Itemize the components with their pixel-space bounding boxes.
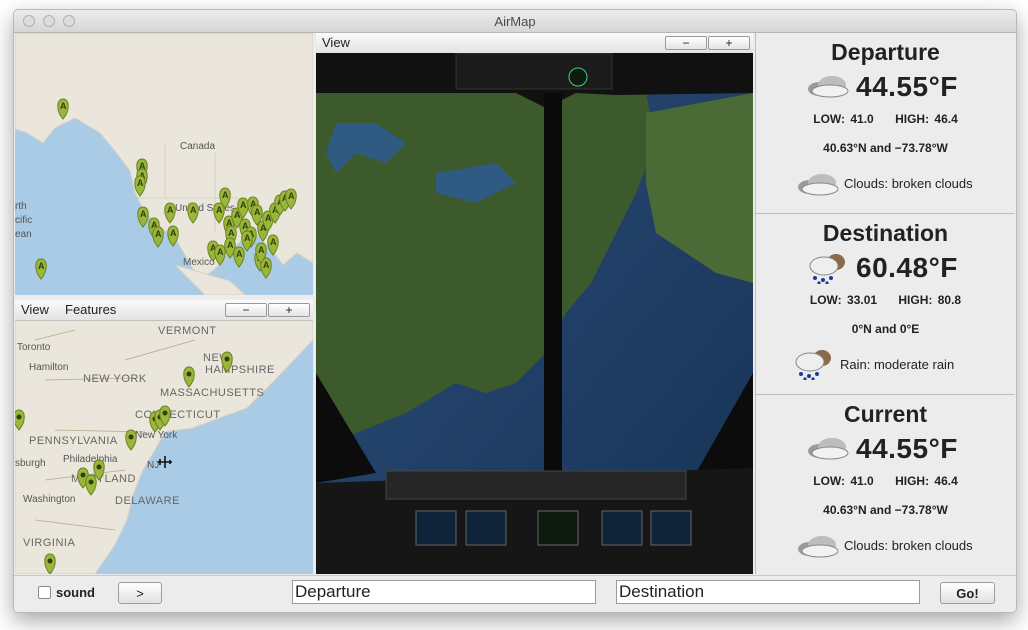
current-condition: Clouds: broken clouds <box>844 538 973 553</box>
bottom-bar: sound > Departure Destination Go! <box>14 575 1016 612</box>
svg-text:A: A <box>244 233 251 243</box>
departure-clouds-icon <box>808 76 849 98</box>
current-clouds-icon <box>808 438 849 460</box>
svg-text:A: A <box>228 228 235 238</box>
departure-title: Departure <box>831 39 940 65</box>
label-ocean: ean <box>15 229 32 240</box>
label-new-hampshire-2: HAMPSHIRE <box>205 364 275 376</box>
label-washington: Washington <box>23 494 75 505</box>
svg-text:A: A <box>170 228 177 238</box>
label-vermont: VERMONT <box>158 325 217 337</box>
label-connecticut: CONNECTICUT <box>135 409 221 421</box>
detail-map-toolbar: View Features − + <box>15 300 313 321</box>
departure-panel: Departure 44.55°F LOW: 41.0 HIGH: 46.4 4… <box>755 33 1015 214</box>
detail-features-menu[interactable]: Features <box>65 302 116 317</box>
destination-rain-icon <box>809 254 845 284</box>
destination-low-high: LOW: 33.01 HIGH: 80.8 <box>809 293 962 307</box>
svg-text:A: A <box>240 200 247 210</box>
cockpit-zoom-in-button[interactable]: + <box>708 36 750 50</box>
detail-zoom-in-button[interactable]: + <box>268 303 310 317</box>
svg-text:A: A <box>254 207 261 217</box>
label-pennsylvania: PENNSYLVANIA <box>29 435 118 447</box>
svg-text:A: A <box>155 229 162 239</box>
overview-map[interactable]: Canada United States Mexico rth cific ea… <box>15 33 313 295</box>
svg-text:A: A <box>217 247 224 257</box>
svg-text:A: A <box>137 178 144 188</box>
label-massachusetts: MASSACHUSETTS <box>160 387 264 399</box>
cockpit-zoom-out-button[interactable]: − <box>665 36 707 50</box>
airport-pin[interactable]: A <box>233 246 245 268</box>
cockpit-toolbar: View − + <box>316 33 753 54</box>
current-low-high: LOW: 41.0 HIGH: 46.4 <box>813 474 958 488</box>
destination-panel: Destination 60.48°F LOW: 33.01 HIGH: 80.… <box>755 214 1015 395</box>
svg-text:A: A <box>190 205 197 215</box>
current-coordinates: 40.63°N and −73.78°W <box>823 503 948 517</box>
label-toronto: Toronto <box>17 342 51 353</box>
label-virginia: VIRGINIA <box>23 537 75 549</box>
destination-condition-icon <box>795 350 831 380</box>
departure-condition: Clouds: broken clouds <box>844 176 973 191</box>
title-bar: AirMap <box>14 10 1016 33</box>
svg-text:A: A <box>263 260 270 270</box>
cockpit-view-menu[interactable]: View <box>322 35 350 50</box>
label-hamilton: Hamilton <box>29 362 68 373</box>
current-title: Current <box>843 401 928 427</box>
svg-text:A: A <box>60 101 67 111</box>
airport-pin[interactable]: A <box>137 206 149 228</box>
current-temperature: 44.55°F <box>856 433 958 464</box>
svg-text:A: A <box>140 209 147 219</box>
detail-zoom-out-button[interactable]: − <box>225 303 267 317</box>
svg-text:A: A <box>38 261 45 271</box>
destination-temperature: 60.48°F <box>856 252 958 283</box>
svg-text:A: A <box>222 190 229 200</box>
airport-pin[interactable]: A <box>35 258 47 280</box>
departure-coordinates: 40.63°N and −73.78°W <box>823 141 948 155</box>
svg-text:A: A <box>288 191 295 201</box>
svg-text:A: A <box>236 249 243 259</box>
label-nj: NJ <box>147 460 159 471</box>
label-delaware: DELAWARE <box>115 495 180 507</box>
next-button[interactable]: > <box>118 582 162 604</box>
label-philadelphia: Philadelphia <box>63 454 118 465</box>
destination-condition: Rain: moderate rain <box>840 357 955 372</box>
airport-pin[interactable]: A <box>152 226 164 248</box>
airport-pin[interactable]: A <box>167 225 179 247</box>
sound-checkbox[interactable] <box>38 586 51 599</box>
cockpit-scene <box>316 53 753 574</box>
departure-condition-icon <box>798 174 839 196</box>
detail-view-menu[interactable]: View <box>21 302 49 317</box>
label-north: rth <box>15 201 27 212</box>
destination-field[interactable]: Destination <box>616 580 920 604</box>
departure-low-high: LOW: 41.0 HIGH: 46.4 <box>813 112 958 126</box>
airplane-icon <box>158 456 172 468</box>
detail-map[interactable]: VERMONT NEW HAMPSHIRE MASSACHUSETTS Toro… <box>15 300 313 574</box>
departure-field[interactable]: Departure <box>292 580 596 604</box>
destination-coordinates: 0°N and 0°E <box>851 322 920 336</box>
airmap-window: AirMap Canada United States Mexico rth c… <box>13 9 1017 613</box>
go-button[interactable]: Go! <box>940 582 995 604</box>
destination-title: Destination <box>822 220 949 246</box>
svg-text:A: A <box>167 205 174 215</box>
departure-temperature: 44.55°F <box>856 71 958 102</box>
svg-text:A: A <box>216 205 223 215</box>
label-pacific: cific <box>15 215 32 226</box>
sound-label: sound <box>56 585 95 600</box>
current-panel: Current 44.55°F LOW: 41.0 HIGH: 46.4 40.… <box>755 395 1015 574</box>
label-new-york-state: NEW YORK <box>83 373 147 385</box>
window-title: AirMap <box>494 14 536 29</box>
label-canada: Canada <box>180 141 215 152</box>
airport-pin[interactable]: A <box>241 230 253 252</box>
current-condition-icon <box>798 536 839 558</box>
cockpit-view[interactable]: View − + <box>316 33 753 574</box>
label-burgh: sburgh <box>15 458 46 469</box>
svg-text:A: A <box>227 240 234 250</box>
svg-text:A: A <box>270 237 277 247</box>
svg-text:A: A <box>258 245 265 255</box>
detail-map-canvas[interactable]: VERMONT NEW HAMPSHIRE MASSACHUSETTS Toro… <box>15 320 313 574</box>
label-new-york-city: New York <box>135 430 178 441</box>
label-mexico: Mexico <box>183 257 215 268</box>
overview-map-canvas[interactable]: Canada United States Mexico rth cific ea… <box>15 33 313 295</box>
